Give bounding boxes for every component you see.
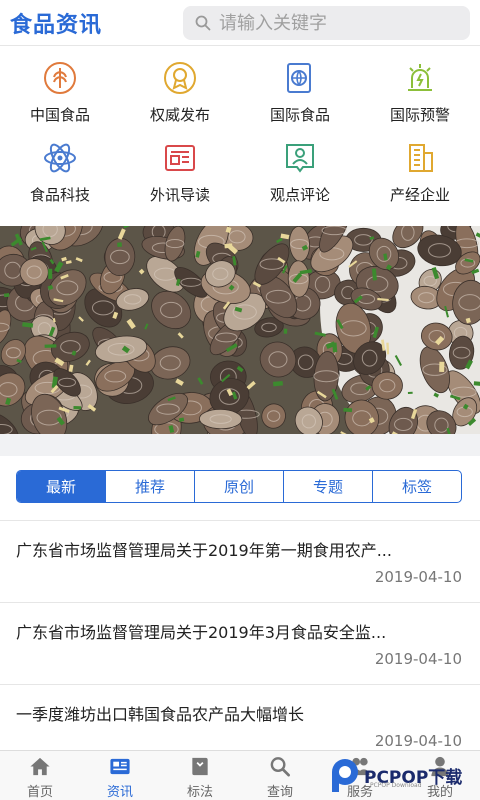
newspaper-icon [165,145,195,171]
building-icon [409,144,433,172]
news-item[interactable]: 广东省市场监督管理局关于2019年3月食品安全监... 2019-04-10 [0,602,480,684]
search-icon [195,15,211,31]
badge-icon [164,62,196,94]
category-intl-food[interactable]: 国际食品 [240,56,360,132]
search-icon [270,757,290,777]
app-header: 食品资讯 [0,0,480,46]
category-opinion[interactable]: 观点评论 [240,136,360,212]
nav-home[interactable]: 首页 [0,751,80,800]
snails-dish-image [0,226,480,434]
category-label: 权威发布 [149,106,210,124]
nav-label: 资讯 [106,785,133,800]
book-icon [192,757,208,776]
tab-tags[interactable]: 标签 [372,471,461,502]
alarm-icon [408,64,432,91]
section-divider [0,434,480,456]
nav-label: 首页 [26,785,53,800]
tab-topics[interactable]: 专题 [283,471,372,502]
search-bar[interactable] [183,6,470,40]
category-foreign-news[interactable]: 外讯导读 [120,136,240,212]
category-label: 国际食品 [269,106,330,124]
category-china-food[interactable]: 中国食品 [0,56,120,132]
atom-icon [44,143,76,173]
nav-label: 查询 [266,785,293,800]
news-title: 一季度潍坊出口韩国食品农产品大幅增长 [16,705,305,724]
pcpop-logo-icon [332,759,358,792]
category-food-tech[interactable]: 食品科技 [0,136,120,212]
news-item[interactable]: 广东省市场监督管理局关于2019年第一期食用农产... 2019-04-10 [0,520,480,602]
category-label: 外讯导读 [149,186,210,204]
news-date: 2019-04-10 [374,650,462,668]
search-input[interactable] [219,12,449,34]
tab-original[interactable]: 原创 [194,471,283,502]
category-official-release[interactable]: 权威发布 [120,56,240,132]
app-logo: 食品资讯 [10,12,103,38]
category-label: 食品科技 [29,186,90,204]
comment-user-icon [286,144,314,173]
nav-news[interactable]: 资讯 [80,751,160,800]
globe-book-icon [287,63,311,93]
news-icon [110,758,130,775]
tab-recommended[interactable]: 推荐 [105,471,194,502]
category-label: 国际预警 [389,106,450,124]
news-tabs: 最新 推荐 原创 专题 标签 [16,470,462,503]
category-label: 产经企业 [389,186,450,204]
home-icon [30,757,50,776]
category-grid: 中国食品 权威发布 国际食品 国际预警 食品科技 外讯导读 观点评论 产经企业 [0,56,480,216]
nav-query[interactable]: 查询 [240,751,320,800]
watermark-sub: PCPOP Download [370,782,422,789]
nav-label: 标法 [186,785,213,800]
banner-image[interactable] [0,226,480,434]
category-industry[interactable]: 产经企业 [360,136,480,212]
tab-latest[interactable]: 最新 [17,471,105,502]
category-label: 观点评论 [269,186,330,204]
news-date: 2019-04-10 [374,732,462,750]
news-title: 广东省市场监督管理局关于2019年3月食品安全监... [16,623,387,642]
news-list: 广东省市场监督管理局关于2019年第一期食用农产... 2019-04-10 广… [0,520,480,766]
news-title: 广东省市场监督管理局关于2019年第一期食用农产... [16,541,392,560]
news-date: 2019-04-10 [374,568,462,586]
nav-standards[interactable]: 标法 [160,751,240,800]
wheat-icon [44,62,76,94]
category-intl-alert[interactable]: 国际预警 [360,56,480,132]
category-label: 中国食品 [29,106,90,124]
watermark: PCPOP下载 PCPOP Download [330,752,480,798]
